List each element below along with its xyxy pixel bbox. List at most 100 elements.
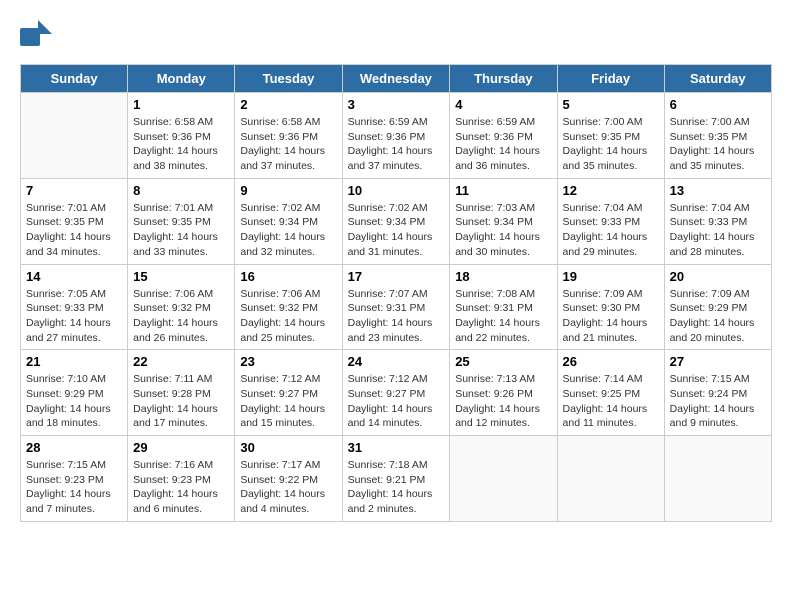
weekday-header-row: SundayMondayTuesdayWednesdayThursdayFrid…: [21, 65, 772, 93]
calendar-cell: 25 Sunrise: 7:13 AMSunset: 9:26 PMDayligh…: [450, 350, 557, 436]
calendar-cell: 28 Sunrise: 7:15 AMSunset: 9:23 PMDayligh…: [21, 436, 128, 522]
calendar-week-5: 28 Sunrise: 7:15 AMSunset: 9:23 PMDayligh…: [21, 436, 772, 522]
day-number: 25: [455, 354, 551, 369]
day-info: Sunrise: 7:12 AMSunset: 9:27 PMDaylight:…: [240, 372, 336, 431]
day-info: Sunrise: 7:01 AMSunset: 9:35 PMDaylight:…: [26, 201, 122, 260]
calendar-cell: 14 Sunrise: 7:05 AMSunset: 9:33 PMDayligh…: [21, 264, 128, 350]
calendar-week-2: 7 Sunrise: 7:01 AMSunset: 9:35 PMDaylight…: [21, 178, 772, 264]
calendar-week-3: 14 Sunrise: 7:05 AMSunset: 9:33 PMDayligh…: [21, 264, 772, 350]
calendar-cell: 27 Sunrise: 7:15 AMSunset: 9:24 PMDayligh…: [664, 350, 771, 436]
day-number: 26: [563, 354, 659, 369]
calendar-cell: [21, 93, 128, 179]
day-number: 14: [26, 269, 122, 284]
calendar-cell: 23 Sunrise: 7:12 AMSunset: 9:27 PMDayligh…: [235, 350, 342, 436]
day-number: 31: [348, 440, 445, 455]
day-info: Sunrise: 7:02 AMSunset: 9:34 PMDaylight:…: [240, 201, 336, 260]
day-info: Sunrise: 7:04 AMSunset: 9:33 PMDaylight:…: [563, 201, 659, 260]
day-info: Sunrise: 7:01 AMSunset: 9:35 PMDaylight:…: [133, 201, 229, 260]
day-number: 10: [348, 183, 445, 198]
day-number: 9: [240, 183, 336, 198]
calendar-cell: 18Sunrise: 7:08 AMSunset: 9:31 PMDayligh…: [450, 264, 557, 350]
day-info: Sunrise: 7:10 AMSunset: 9:29 PMDaylight:…: [26, 372, 122, 431]
day-number: 8: [133, 183, 229, 198]
day-info: Sunrise: 7:17 AMSunset: 9:22 PMDaylight:…: [240, 458, 336, 517]
day-number: 1: [133, 97, 229, 112]
calendar-cell: 13 Sunrise: 7:04 AMSunset: 9:33 PMDayligh…: [664, 178, 771, 264]
day-info: Sunrise: 7:05 AMSunset: 9:33 PMDaylight:…: [26, 287, 122, 346]
day-info: Sunrise: 7:11 AMSunset: 9:28 PMDaylight:…: [133, 372, 229, 431]
weekday-tuesday: Tuesday: [235, 65, 342, 93]
day-number: 28: [26, 440, 122, 455]
weekday-saturday: Saturday: [664, 65, 771, 93]
calendar-cell: 16 Sunrise: 7:06 AMSunset: 9:32 PMDayligh…: [235, 264, 342, 350]
day-info: Sunrise: 7:13 AMSunset: 9:26 PMDaylight:…: [455, 372, 551, 431]
calendar-cell: 6 Sunrise: 7:00 AMSunset: 9:35 PMDaylight…: [664, 93, 771, 179]
calendar-cell: 21 Sunrise: 7:10 AMSunset: 9:29 PMDayligh…: [21, 350, 128, 436]
day-number: 5: [563, 97, 659, 112]
day-info: Sunrise: 7:18 AMSunset: 9:21 PMDaylight:…: [348, 458, 445, 517]
calendar-cell: [557, 436, 664, 522]
day-number: 18: [455, 269, 551, 284]
day-number: 22: [133, 354, 229, 369]
calendar-table: SundayMondayTuesdayWednesdayThursdayFrid…: [20, 64, 772, 522]
day-number: 20: [670, 269, 766, 284]
day-number: 2: [240, 97, 336, 112]
calendar-cell: [450, 436, 557, 522]
day-info: Sunrise: 7:06 AMSunset: 9:32 PMDaylight:…: [133, 287, 229, 346]
page-header: [20, 20, 772, 48]
day-info: Sunrise: 7:09 AMSunset: 9:29 PMDaylight:…: [670, 287, 766, 346]
weekday-wednesday: Wednesday: [342, 65, 450, 93]
day-number: 12: [563, 183, 659, 198]
day-number: 16: [240, 269, 336, 284]
day-number: 27: [670, 354, 766, 369]
day-info: Sunrise: 7:04 AMSunset: 9:33 PMDaylight:…: [670, 201, 766, 260]
day-info: Sunrise: 7:15 AMSunset: 9:24 PMDaylight:…: [670, 372, 766, 431]
calendar-cell: 17Sunrise: 7:07 AMSunset: 9:31 PMDayligh…: [342, 264, 450, 350]
calendar-cell: 29Sunrise: 7:16 AMSunset: 9:23 PMDayligh…: [128, 436, 235, 522]
day-number: 11: [455, 183, 551, 198]
day-number: 13: [670, 183, 766, 198]
calendar-cell: 5 Sunrise: 7:00 AMSunset: 9:35 PMDaylight…: [557, 93, 664, 179]
day-number: 23: [240, 354, 336, 369]
calendar-cell: 24 Sunrise: 7:12 AMSunset: 9:27 PMDayligh…: [342, 350, 450, 436]
day-number: 19: [563, 269, 659, 284]
day-number: 6: [670, 97, 766, 112]
day-info: Sunrise: 7:15 AMSunset: 9:23 PMDaylight:…: [26, 458, 122, 517]
calendar-cell: 31 Sunrise: 7:18 AMSunset: 9:21 PMDayligh…: [342, 436, 450, 522]
weekday-sunday: Sunday: [21, 65, 128, 93]
day-info: Sunrise: 7:16 AMSunset: 9:23 PMDaylight:…: [133, 458, 229, 517]
calendar-cell: 15 Sunrise: 7:06 AMSunset: 9:32 PMDayligh…: [128, 264, 235, 350]
day-number: 24: [348, 354, 445, 369]
logo: [20, 20, 54, 48]
weekday-thursday: Thursday: [450, 65, 557, 93]
calendar-cell: 3Sunrise: 6:59 AMSunset: 9:36 PMDaylight…: [342, 93, 450, 179]
calendar-cell: 8 Sunrise: 7:01 AMSunset: 9:35 PMDaylight…: [128, 178, 235, 264]
day-info: Sunrise: 7:03 AMSunset: 9:34 PMDaylight:…: [455, 201, 551, 260]
weekday-monday: Monday: [128, 65, 235, 93]
calendar-cell: 7 Sunrise: 7:01 AMSunset: 9:35 PMDaylight…: [21, 178, 128, 264]
day-info: Sunrise: 7:12 AMSunset: 9:27 PMDaylight:…: [348, 372, 445, 431]
calendar-cell: 12 Sunrise: 7:04 AMSunset: 9:33 PMDayligh…: [557, 178, 664, 264]
calendar-week-1: 1 Sunrise: 6:58 AMSunset: 9:36 PMDaylight…: [21, 93, 772, 179]
day-number: 7: [26, 183, 122, 198]
day-number: 30: [240, 440, 336, 455]
day-info: Sunrise: 7:00 AMSunset: 9:35 PMDaylight:…: [563, 115, 659, 174]
day-info: Sunrise: 7:14 AMSunset: 9:25 PMDaylight:…: [563, 372, 659, 431]
calendar-body: 1 Sunrise: 6:58 AMSunset: 9:36 PMDaylight…: [21, 93, 772, 522]
calendar-cell: 22 Sunrise: 7:11 AMSunset: 9:28 PMDayligh…: [128, 350, 235, 436]
day-number: 15: [133, 269, 229, 284]
day-info: Sunrise: 7:02 AMSunset: 9:34 PMDaylight:…: [348, 201, 445, 260]
calendar-cell: 30 Sunrise: 7:17 AMSunset: 9:22 PMDayligh…: [235, 436, 342, 522]
calendar-cell: 2Sunrise: 6:58 AMSunset: 9:36 PMDaylight…: [235, 93, 342, 179]
day-info: Sunrise: 6:59 AMSunset: 9:36 PMDaylight:…: [455, 115, 551, 174]
day-info: Sunrise: 6:58 AMSunset: 9:36 PMDaylight:…: [133, 115, 229, 174]
day-info: Sunrise: 7:00 AMSunset: 9:35 PMDaylight:…: [670, 115, 766, 174]
calendar-cell: 1 Sunrise: 6:58 AMSunset: 9:36 PMDaylight…: [128, 93, 235, 179]
day-info: Sunrise: 7:09 AMSunset: 9:30 PMDaylight:…: [563, 287, 659, 346]
calendar-cell: 9 Sunrise: 7:02 AMSunset: 9:34 PMDaylight…: [235, 178, 342, 264]
day-info: Sunrise: 7:06 AMSunset: 9:32 PMDaylight:…: [240, 287, 336, 346]
day-number: 21: [26, 354, 122, 369]
calendar-cell: [664, 436, 771, 522]
day-number: 3: [348, 97, 445, 112]
day-info: Sunrise: 7:07 AMSunset: 9:31 PMDaylight:…: [348, 287, 445, 346]
